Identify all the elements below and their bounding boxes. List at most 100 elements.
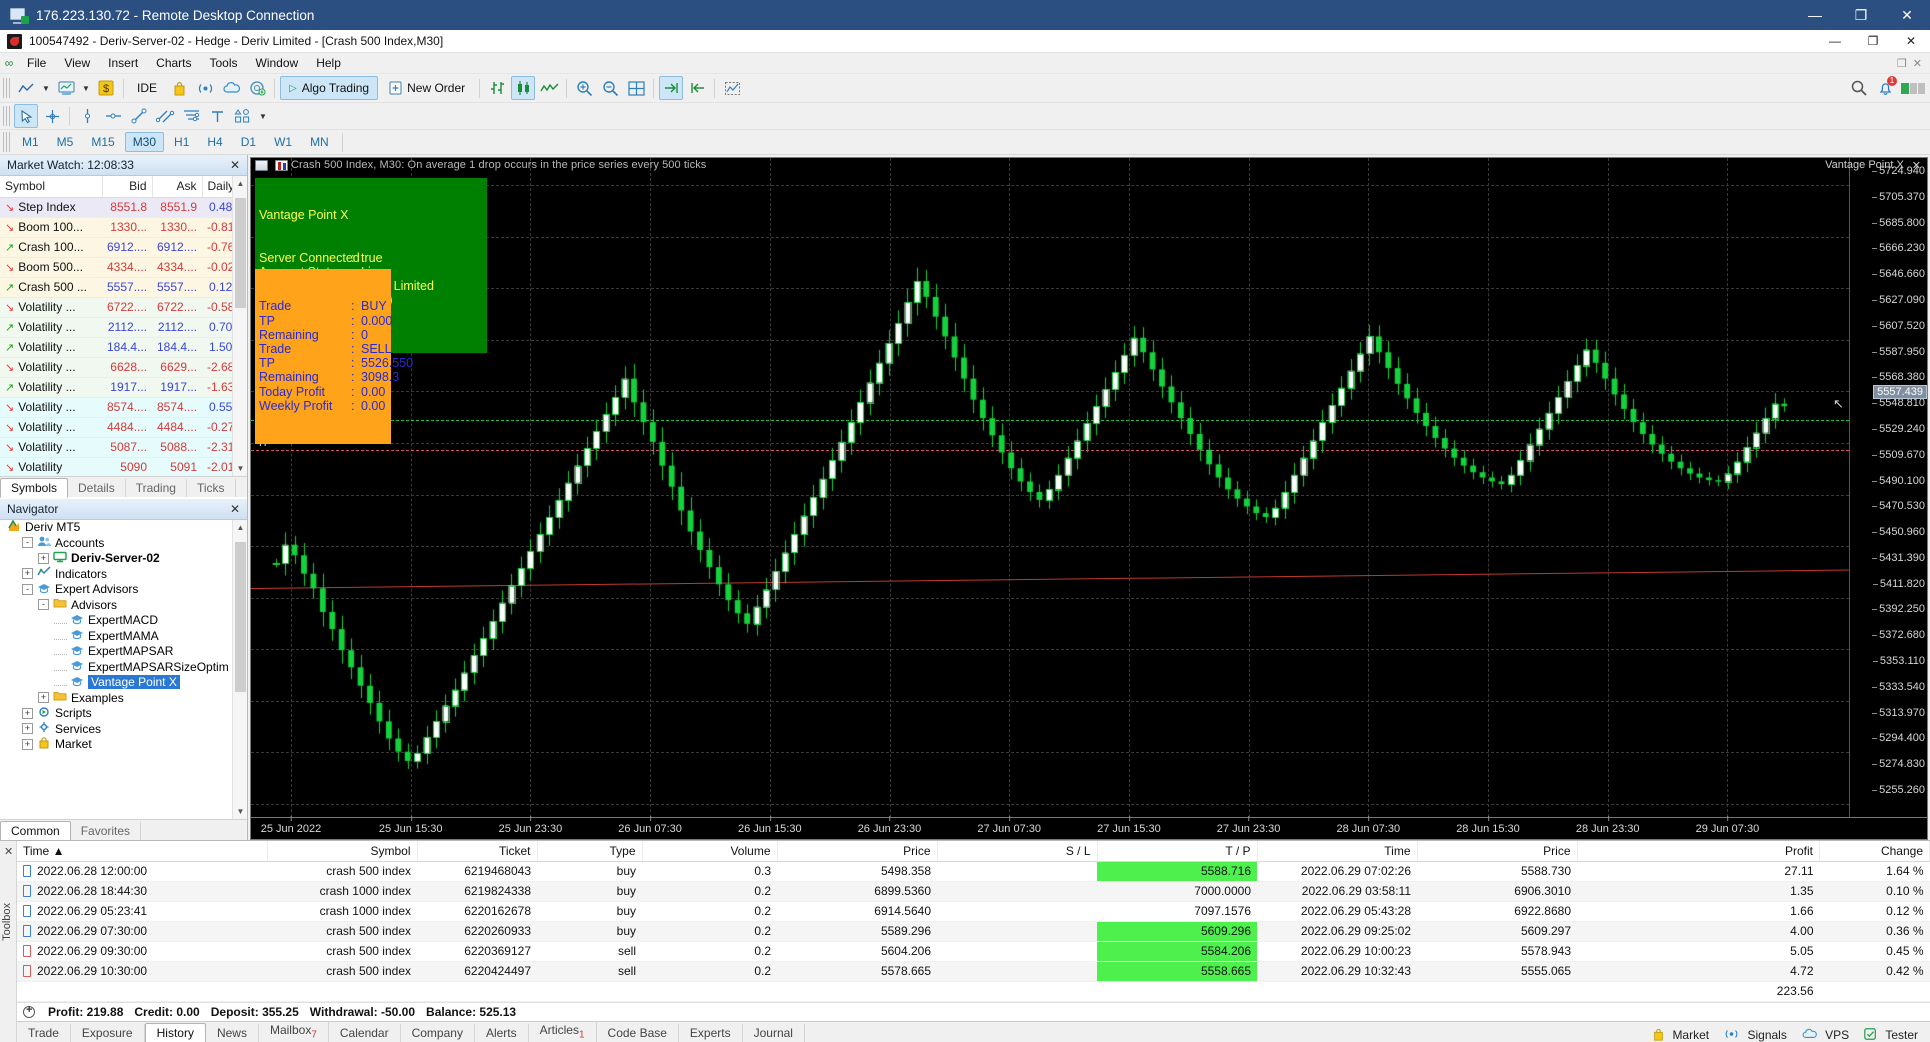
navigator-item-accounts[interactable]: - Accounts — [0, 535, 247, 551]
col-type[interactable]: Type — [537, 841, 643, 862]
toolbox-tab-company[interactable]: Company — [401, 1024, 475, 1042]
status-market[interactable]: Market — [1652, 1028, 1709, 1042]
market-watch-row[interactable]: ↘ Volatility ... 6628... 6629... -2.68% — [0, 357, 247, 378]
search-icon[interactable] — [1847, 76, 1871, 100]
col-price-close[interactable]: Price — [1417, 841, 1578, 862]
navigator-item-vantage-point-x[interactable]: Vantage Point X — [0, 675, 247, 691]
bar-chart-icon[interactable] — [485, 76, 509, 100]
timeframe-m1[interactable]: M1 — [14, 132, 47, 152]
table-row[interactable]: 2022.06.29 07:30:00 crash 500 index 622026… — [17, 921, 1930, 942]
tab-symbols[interactable]: Symbols — [0, 477, 69, 498]
navigator-item-indicators[interactable]: + Indicators — [0, 566, 247, 582]
price-axis[interactable]: 5724.940 5705.370 5685.800 5666.230 5646.660… — [1849, 158, 1927, 817]
navigator-scrollbar[interactable]: ▲ ▼ — [232, 519, 247, 819]
shapes-icon[interactable] — [231, 104, 255, 128]
column-bid[interactable]: Bid — [102, 176, 153, 198]
navigator-scroll-up-icon[interactable]: ▲ — [233, 520, 247, 535]
table-row[interactable]: 2022.06.29 05:23:41 crash 1000 index 62201… — [17, 901, 1930, 922]
tab-favorites[interactable]: Favorites — [71, 822, 142, 840]
market-bag-icon[interactable] — [167, 76, 191, 100]
market-watch-row[interactable]: ↗ Crash 100... 6912.... 6912.... -0.76% — [0, 237, 247, 258]
mt5-maximize-button[interactable]: ❐ — [1854, 30, 1892, 53]
line-chart-mode-icon[interactable] — [537, 76, 561, 100]
toolbox-close-icon[interactable]: ✕ — [4, 845, 13, 858]
timeframe-w1[interactable]: W1 — [266, 132, 300, 152]
tree-expander-icon[interactable]: + — [22, 738, 33, 750]
collapse-icon[interactable] — [23, 1004, 35, 1018]
market-watch-close-icon[interactable]: ✕ — [230, 158, 240, 172]
tile-windows-icon[interactable] — [624, 76, 648, 100]
text-icon[interactable] — [205, 104, 229, 128]
navigator-item-expertmacd[interactable]: ExpertMACD — [0, 613, 247, 629]
chart-properties-icon[interactable] — [255, 159, 268, 171]
notifications-icon[interactable]: 1 — [1873, 76, 1897, 100]
navigator-item-expertmapsar[interactable]: ExpertMAPSAR — [0, 644, 247, 660]
tree-expander-icon[interactable]: + — [38, 552, 49, 564]
market-watch-row[interactable]: ↗ Volatility ... 1917... 1917... -1.63% — [0, 377, 247, 398]
fibo-icon[interactable] — [179, 104, 203, 128]
market-watch-row[interactable]: ↗ Volatility ... 2112.... 2112.... 0.70% — [0, 317, 247, 338]
crosshair-icon[interactable] — [40, 104, 64, 128]
toolbox-tab-history[interactable]: History — [144, 1023, 206, 1042]
timeframe-grip[interactable] — [3, 132, 10, 152]
toolbox-tab-alerts[interactable]: Alerts — [475, 1024, 529, 1042]
toolbox-tab-exposure[interactable]: Exposure — [71, 1024, 145, 1042]
timeframe-mn[interactable]: MN — [302, 132, 337, 152]
menu-item-view[interactable]: View — [55, 54, 99, 72]
navigator-item-advisors[interactable]: - Advisors — [0, 597, 247, 613]
navigator-scroll-down-icon[interactable]: ▼ — [233, 804, 247, 819]
market-watch-scrollbar[interactable]: ▲ ▼ — [232, 176, 247, 476]
table-row[interactable]: 2022.06.29 09:30:00 crash 500 index 622036… — [17, 941, 1930, 962]
col-price[interactable]: Price — [777, 841, 938, 862]
market-watch-row[interactable]: ↗ Crash 500 ... 5557.... 5557.... 0.12% — [0, 277, 247, 298]
zoom-out-icon[interactable] — [598, 76, 622, 100]
chart-window-caret-icon[interactable]: ▼ — [80, 76, 92, 100]
table-row[interactable]: 2022.06.28 18:44:30 crash 1000 index 62198… — [17, 881, 1930, 902]
chart-type-caret-icon[interactable]: ▼ — [40, 76, 52, 100]
col-ticket[interactable]: Ticket — [417, 841, 538, 862]
tree-expander-icon[interactable]: + — [22, 568, 33, 580]
tree-expander-icon[interactable]: + — [22, 707, 33, 719]
col-time[interactable]: Time ▲ — [17, 841, 268, 862]
timeframe-h4[interactable]: H4 — [199, 132, 230, 152]
menu-item-insert[interactable]: Insert — [99, 54, 147, 72]
toolbar-grip[interactable] — [3, 78, 10, 98]
scroll-down-icon[interactable]: ▼ — [233, 461, 247, 476]
navigator-item-examples[interactable]: + Examples — [0, 690, 247, 706]
cursor-icon[interactable] — [14, 104, 38, 128]
navigator-item-scripts[interactable]: + Scripts — [0, 706, 247, 722]
navigator-item-deriv-server-02[interactable]: + Deriv-Server-02 — [0, 551, 247, 567]
chart-window-icon[interactable] — [54, 76, 78, 100]
col-symbol[interactable]: Symbol — [267, 841, 418, 862]
auto-scroll-icon[interactable] — [685, 76, 709, 100]
col-sl[interactable]: S / L — [937, 841, 1098, 862]
toolbox-tab-code-base[interactable]: Code Base — [597, 1024, 679, 1042]
tab-trading[interactable]: Trading — [126, 478, 187, 497]
rdp-close-button[interactable]: ✕ — [1884, 0, 1930, 30]
market-watch-row[interactable]: ↘ Boom 500... 4334.... 4334.... -0.02% — [0, 257, 247, 278]
status-vps[interactable]: VPS — [1801, 1028, 1849, 1042]
menu-item-charts[interactable]: Charts — [147, 54, 200, 72]
timeframe-d1[interactable]: D1 — [233, 132, 264, 152]
tree-expander-icon[interactable]: - — [22, 537, 33, 549]
algo-trading-button[interactable]: ▷ Algo Trading — [280, 76, 379, 100]
table-row[interactable]: 2022.06.29 10:30:00 crash 500 index 622042… — [17, 961, 1930, 982]
mt5-inner-close-button[interactable]: ✕ — [1913, 57, 1922, 70]
mt5-minimize-button[interactable]: — — [1816, 30, 1854, 53]
market-watch-row[interactable]: ↘ Volatility ... 6722.... 6722.... -0.58% — [0, 297, 247, 318]
market-watch-row[interactable]: ↘ Volatility ... 5087... 5088... -2.31% — [0, 437, 247, 458]
candlestick-chart-icon[interactable] — [511, 76, 536, 100]
toolbox-tab-experts[interactable]: Experts — [679, 1024, 743, 1042]
toolbox-tab-articles[interactable]: Articles1 — [529, 1020, 597, 1042]
tree-expander-icon[interactable]: - — [22, 583, 33, 595]
shapes-caret-icon[interactable]: ▼ — [257, 104, 269, 128]
timeframe-m5[interactable]: M5 — [49, 132, 82, 152]
navigator-item-expertmama[interactable]: ExpertMAMA — [0, 628, 247, 644]
market-watch-row[interactable]: ↘ Volatility ... 4484.... 4484.... -0.27% — [0, 417, 247, 438]
market-watch-row[interactable]: ↗ Volatility ... 184.4... 184.4... 1.50% — [0, 337, 247, 358]
drawing-toolbar-grip[interactable] — [3, 106, 10, 126]
vps-cloud-icon[interactable] — [219, 76, 243, 100]
rdp-minimize-button[interactable]: — — [1792, 0, 1838, 30]
navigator-close-icon[interactable]: ✕ — [230, 502, 240, 516]
toolbox-tab-news[interactable]: News — [206, 1024, 259, 1042]
